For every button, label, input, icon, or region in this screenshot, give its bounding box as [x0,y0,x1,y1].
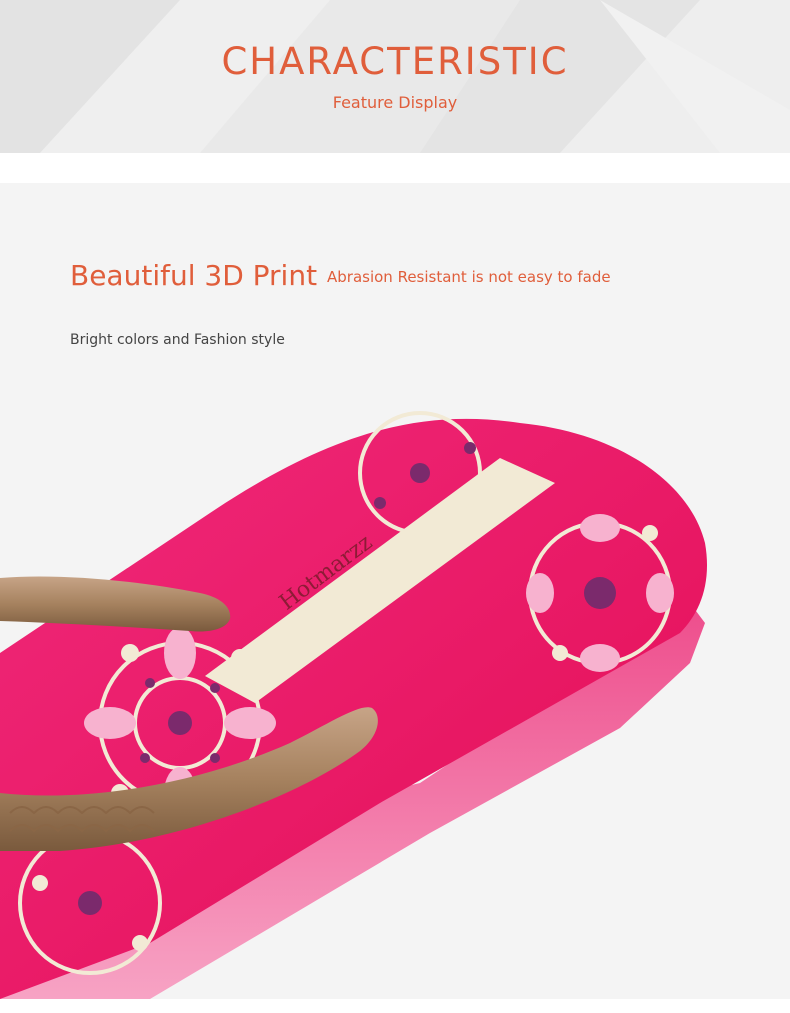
section-subtitle: Feature Display [332,93,458,112]
feature-panel: Hotmarzz Beautiful 3D Print Abrasion Res… [0,183,790,999]
flip-flop-product-image: Hotmarzz [0,411,708,999]
section-header: CHARACTERISTIC Feature Display [0,0,790,153]
section-title: CHARACTERISTIC [221,40,569,83]
feature-note: Abrasion Resistant is not easy to fade [327,268,611,286]
feature-description: Bright colors and Fashion style [70,332,285,348]
feature-title: Beautiful 3D Print [70,259,318,292]
